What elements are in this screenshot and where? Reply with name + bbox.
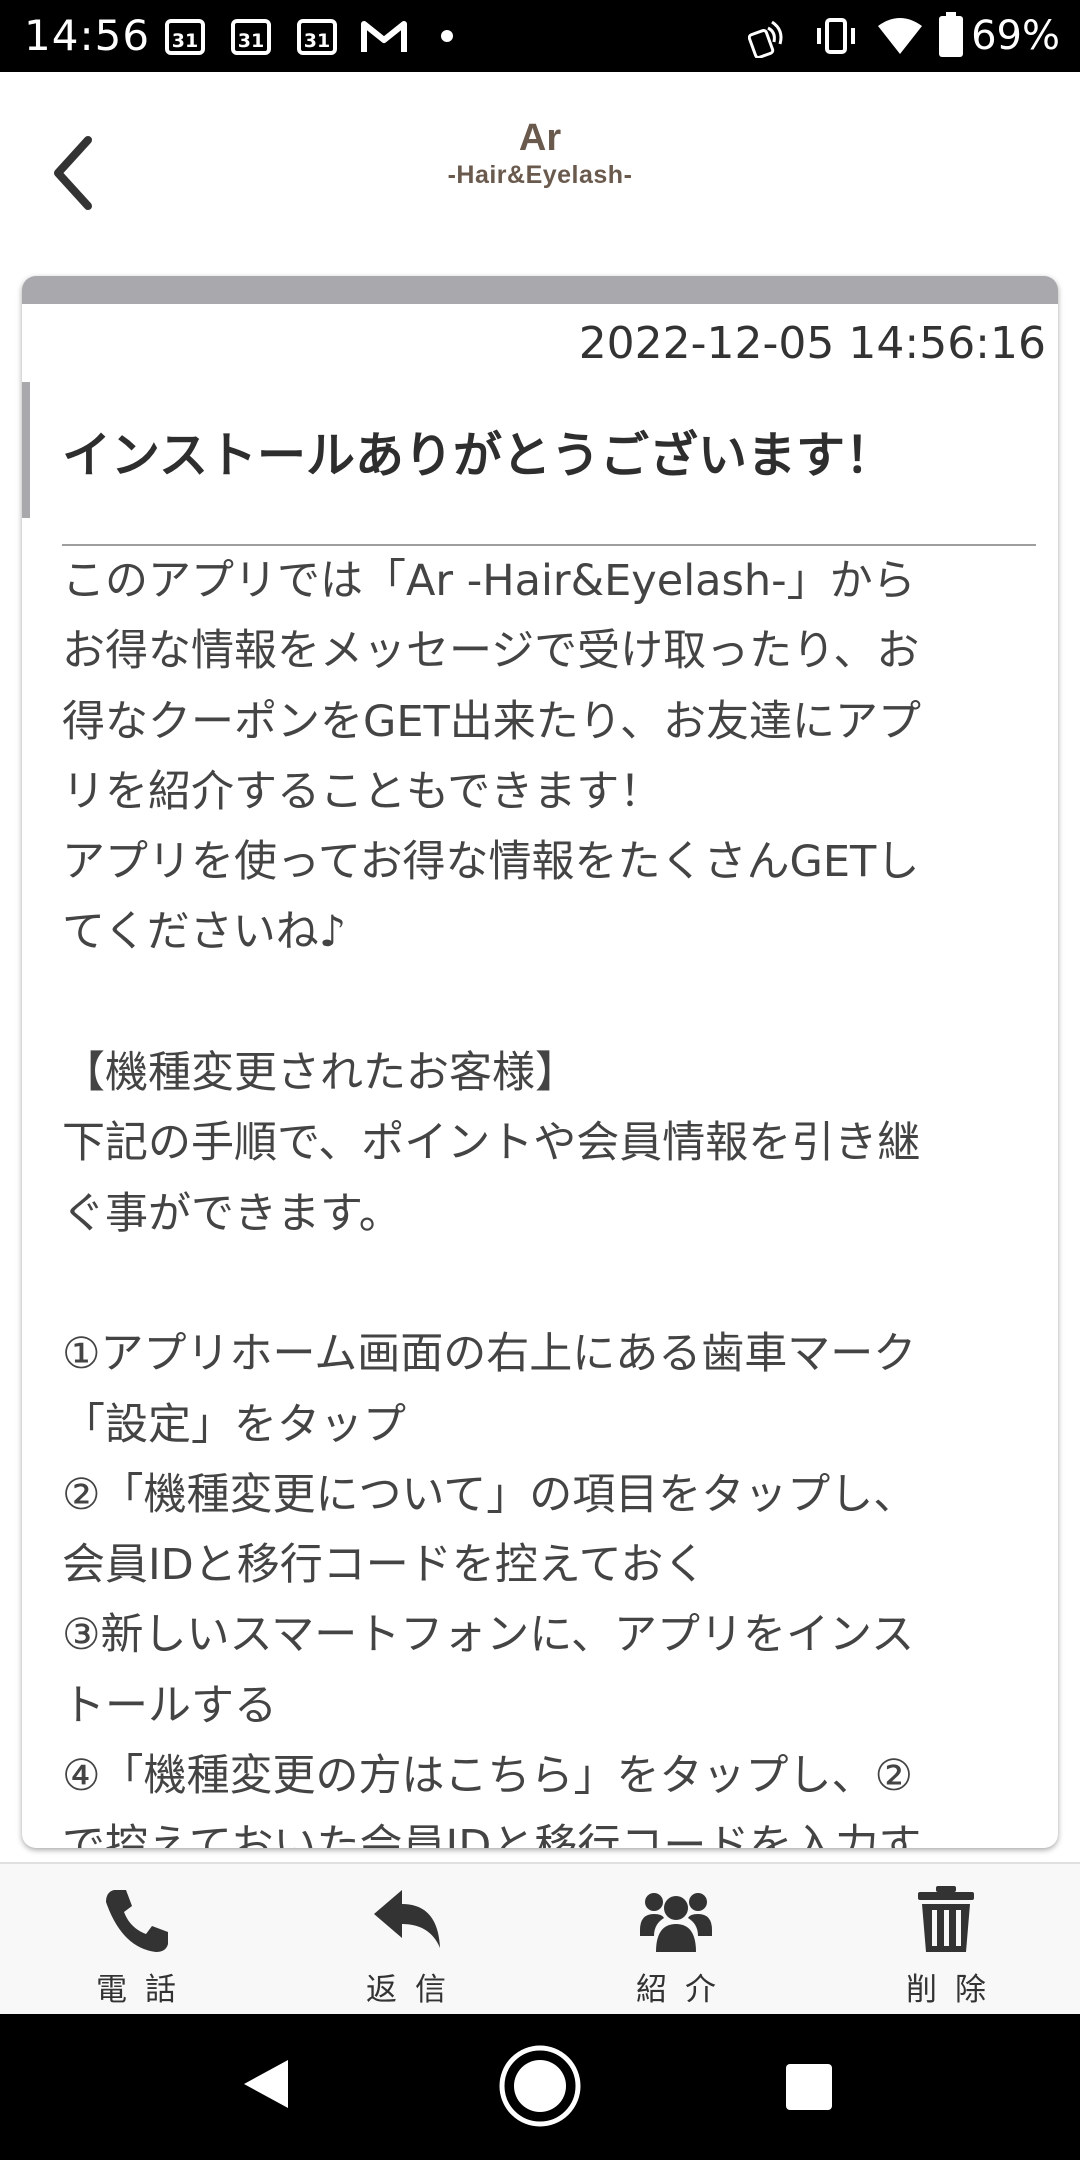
vibrate-icon (817, 18, 855, 54)
delete-button[interactable]: 削除 (846, 1864, 1046, 2016)
call-button[interactable]: 電話 (36, 1864, 236, 2016)
notification-dot-icon (441, 30, 453, 42)
nav-home-icon[interactable] (498, 2044, 582, 2128)
message-body: このアプリでは「Ar -Hair&Eyelash-」から お得な情報をメッセージ… (62, 556, 922, 1848)
wifi-icon (878, 18, 922, 54)
message-timestamp: 2022-12-05 14:56:16 (578, 318, 1046, 369)
call-label: 電話 (96, 1972, 194, 2008)
svg-text:31: 31 (172, 30, 198, 52)
battery-icon (939, 12, 963, 57)
calendar-icon: 31 (231, 19, 271, 55)
svg-text:31: 31 (304, 30, 330, 52)
introduce-label: 紹介 (636, 1972, 734, 2008)
nfc-icon (748, 20, 783, 58)
status-bar: 14:56 31 31 31 69% (0, 0, 1080, 72)
message-title: インストールありがとうございます！ (62, 427, 895, 484)
back-button[interactable] (40, 118, 112, 228)
reply-label: 返信 (366, 1972, 464, 2008)
nav-recents-icon[interactable] (786, 2064, 832, 2110)
calendar-icon: 31 (297, 19, 337, 55)
trash-icon (918, 1886, 974, 1952)
logo-main: Ar (518, 117, 562, 159)
chevron-left-icon (54, 136, 92, 210)
status-time: 14:56 (24, 11, 151, 60)
logo-sub: -Hair&Eyelash- (447, 161, 633, 189)
users-icon (640, 1893, 712, 1952)
system-nav-bar (0, 2014, 1080, 2160)
message-card: 2022-12-05 14:56:16 インストールありがとうございます！ この… (22, 276, 1058, 1848)
battery-percent: 69% (971, 13, 1060, 59)
title-accent-bar (22, 382, 30, 518)
card-top-bar (22, 276, 1058, 304)
nav-back-icon[interactable] (240, 2056, 292, 2112)
brand-logo: Ar -Hair&Eyelash- (400, 116, 680, 190)
app-header: Ar -Hair&Eyelash- (0, 72, 1080, 272)
bottom-toolbar: 電話 返信 紹介 削除 (0, 1862, 1080, 2016)
svg-text:31: 31 (238, 30, 264, 52)
reply-icon (374, 1890, 440, 1948)
gmail-icon (361, 21, 407, 52)
reply-button[interactable]: 返信 (306, 1864, 506, 2016)
introduce-button[interactable]: 紹介 (576, 1864, 776, 2016)
delete-label: 削除 (906, 1972, 1004, 2008)
phone-icon (106, 1890, 168, 1952)
calendar-icon: 31 (165, 19, 205, 55)
